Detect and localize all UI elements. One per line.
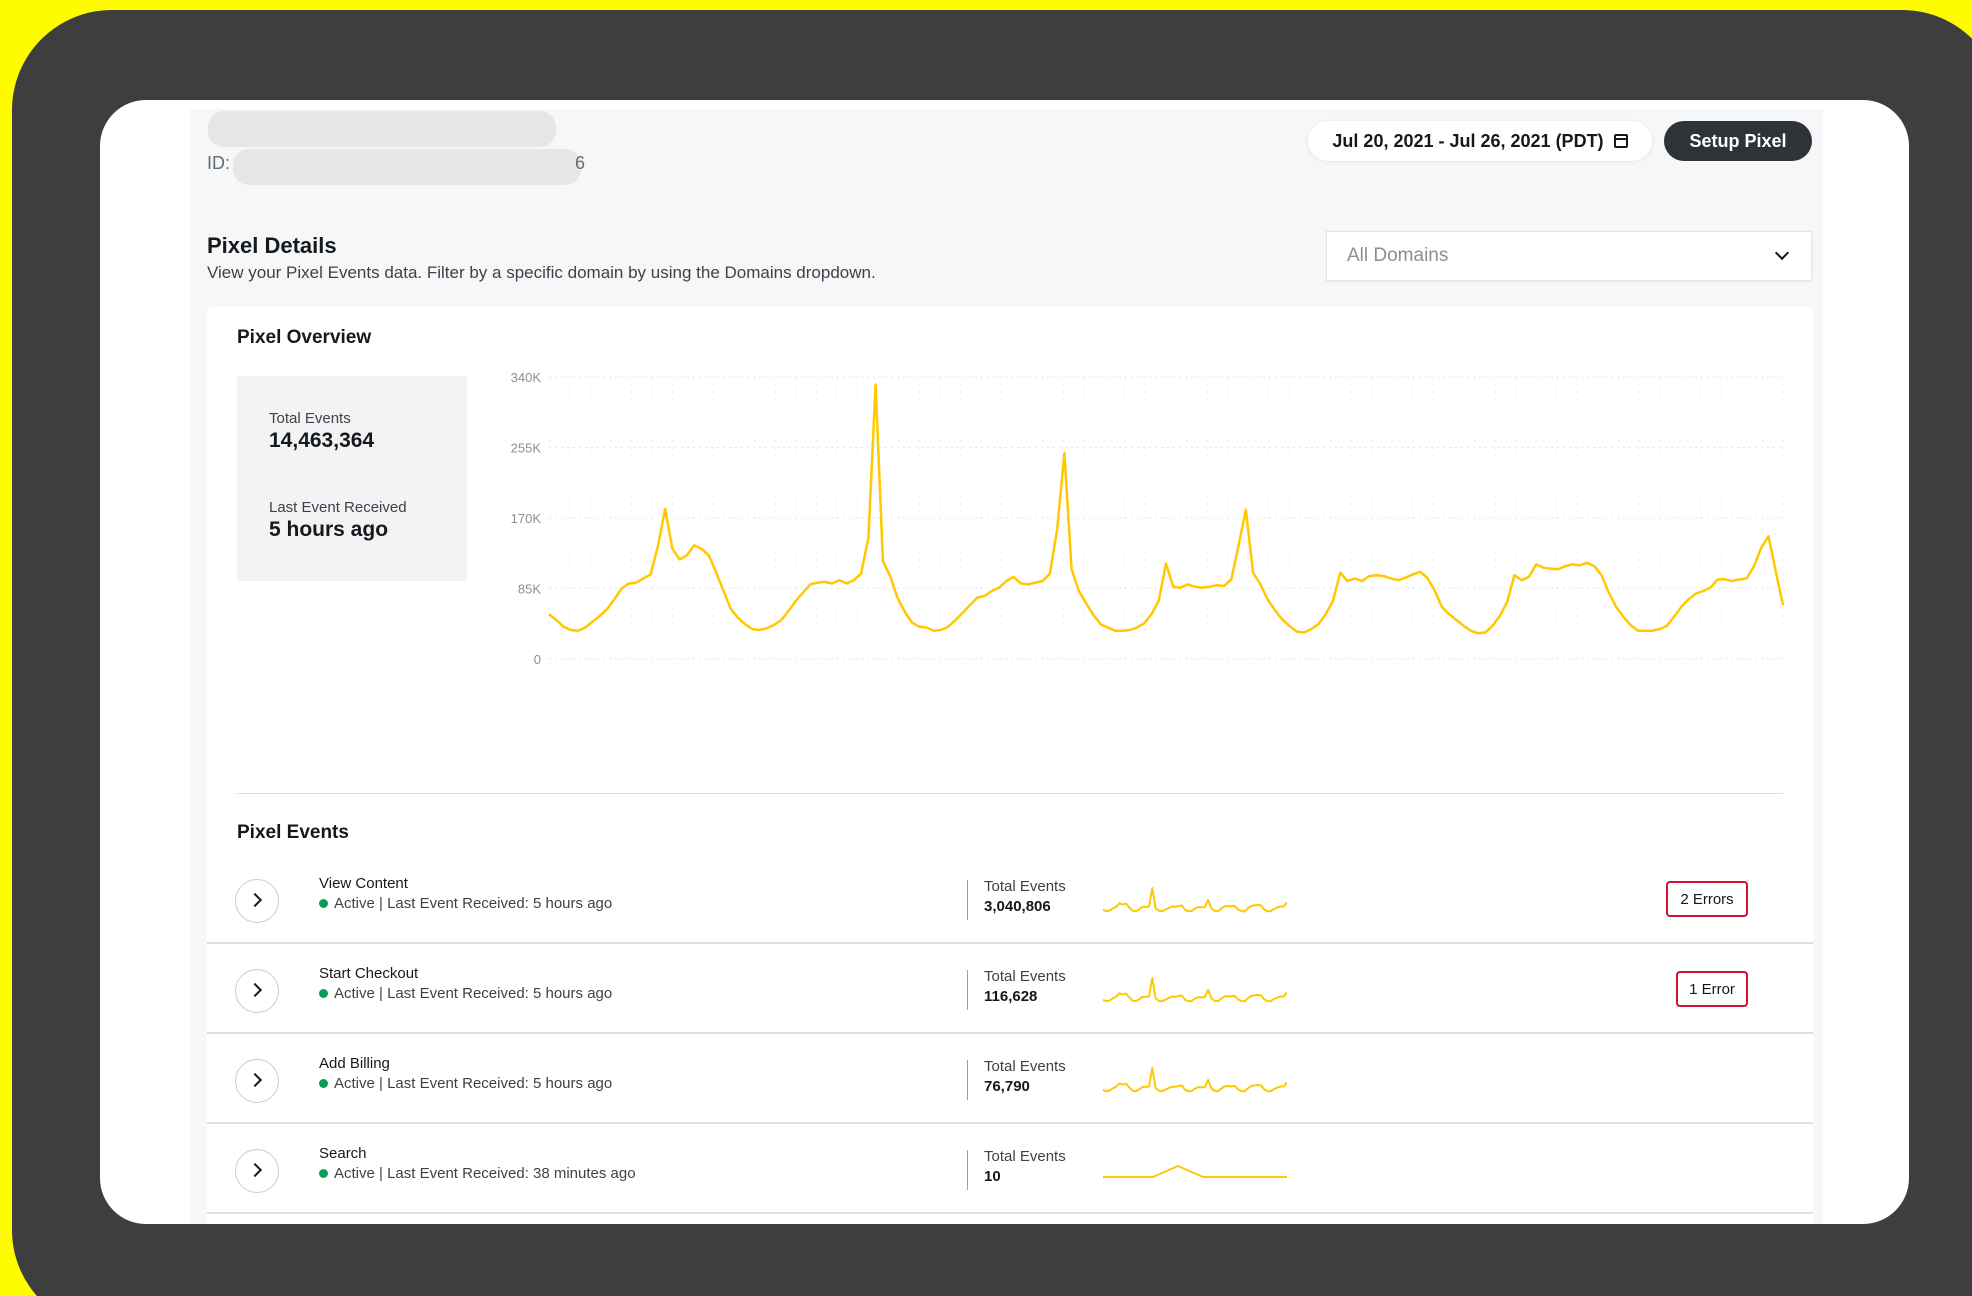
overview-stats: Total Events 14,463,364 Last Event Recei… <box>237 376 467 581</box>
chevron-right-icon <box>247 892 263 908</box>
event-status: Active | Last Event Received: 38 minutes… <box>319 1165 636 1182</box>
expand-row-button[interactable] <box>235 1149 279 1193</box>
redacted-pixel-id <box>233 149 581 185</box>
event-sparkline <box>1103 887 1287 913</box>
chevron-right-icon <box>247 1072 263 1088</box>
event-status: Active | Last Event Received: 5 hours ag… <box>319 985 612 1002</box>
event-name: Start Checkout <box>319 965 419 982</box>
setup-pixel-button[interactable]: Setup Pixel <box>1664 121 1812 161</box>
event-name: Add Billing <box>319 1055 390 1072</box>
sparkline-line <box>1103 887 1287 913</box>
chevron-down-icon <box>1774 245 1790 261</box>
overview-title: Pixel Overview <box>237 327 372 348</box>
last-event-label: Last Event Received <box>269 499 407 516</box>
expand-row-button[interactable] <box>235 879 279 923</box>
active-dot-icon <box>319 1169 328 1178</box>
event-status-text: Active | Last Event Received: 38 minutes… <box>334 1165 636 1182</box>
event-total-label: Total Events <box>984 1058 1066 1075</box>
screen: ID: 6 Jul 20, 2021 - Jul 26, 2021 (PDT) … <box>100 100 1909 1224</box>
y-tick-label: 170K <box>511 511 542 526</box>
event-status: Active | Last Event Received: 5 hours ag… <box>319 1075 612 1092</box>
event-row: Search Active | Last Event Received: 38 … <box>207 1124 1813 1214</box>
column-separator <box>967 970 968 1010</box>
event-total-label: Total Events <box>984 968 1066 985</box>
y-tick-label: 255K <box>511 441 542 456</box>
sparkline-line <box>1103 977 1287 1003</box>
pixel-overview-card: Pixel Overview Total Events 14,463,364 L… <box>207 307 1813 1224</box>
event-total-value: 76,790 <box>984 1078 1030 1095</box>
pixel-id-label: ID: <box>207 153 231 173</box>
domains-dropdown-value: All Domains <box>1347 245 1449 266</box>
y-tick-label: 340K <box>511 370 542 385</box>
event-status-text: Active | Last Event Received: 5 hours ag… <box>334 1075 613 1092</box>
pixel-id-suffix: 6 <box>575 153 586 173</box>
event-name: Search <box>319 1145 367 1162</box>
y-tick-label: 85K <box>518 582 541 597</box>
chevron-right-icon <box>247 1162 263 1178</box>
error-badge[interactable]: 2 Errors <box>1666 881 1748 917</box>
event-sparkline <box>1103 1165 1287 1178</box>
calendar-icon <box>1613 134 1628 148</box>
active-dot-icon <box>319 1079 328 1088</box>
column-separator <box>967 1150 968 1190</box>
event-total-value: 10 <box>984 1168 1001 1185</box>
column-separator <box>967 880 968 920</box>
event-status-text: Active | Last Event Received: 5 hours ag… <box>334 985 613 1002</box>
y-tick-label: 0 <box>534 652 541 667</box>
pixel-page: ID: 6 Jul 20, 2021 - Jul 26, 2021 (PDT) … <box>190 109 1823 1224</box>
device-frame: ID: 6 Jul 20, 2021 - Jul 26, 2021 (PDT) … <box>12 10 1972 1296</box>
event-sparkline <box>1103 1067 1287 1093</box>
overview-line-chart: 0 85K 170K 255K 340K <box>511 370 1785 667</box>
event-row: View Content Active | Last Event Receive… <box>207 854 1813 944</box>
chevron-right-icon <box>247 982 263 998</box>
domains-dropdown[interactable]: All Domains <box>1326 231 1812 281</box>
section-divider <box>237 793 1783 794</box>
event-total-label: Total Events <box>984 1148 1066 1165</box>
event-row: Start Checkout Active | Last Event Recei… <box>207 944 1813 1034</box>
page-subtitle: View your Pixel Events data. Filter by a… <box>207 263 876 282</box>
total-events-label: Total Events <box>269 410 351 427</box>
expand-row-button[interactable] <box>235 969 279 1013</box>
event-total-value: 3,040,806 <box>984 898 1051 915</box>
column-separator <box>967 1060 968 1100</box>
page-title: Pixel Details <box>207 233 337 258</box>
event-name: View Content <box>319 875 408 892</box>
event-total-value: 116,628 <box>984 988 1038 1005</box>
active-dot-icon <box>319 899 328 908</box>
active-dot-icon <box>319 989 328 998</box>
sparkline-line <box>1103 1165 1287 1178</box>
expand-row-button[interactable] <box>235 1059 279 1103</box>
date-range-button[interactable]: Jul 20, 2021 - Jul 26, 2021 (PDT) <box>1308 121 1652 161</box>
event-row: Add Billing Active | Last Event Received… <box>207 1034 1813 1124</box>
error-badge[interactable]: 1 Error <box>1676 971 1748 1007</box>
event-status-text: Active | Last Event Received: 5 hours ag… <box>334 895 613 912</box>
redacted-pixel-name <box>208 111 556 147</box>
event-status: Active | Last Event Received: 5 hours ag… <box>319 895 612 912</box>
sparkline-line <box>1103 1067 1287 1093</box>
date-range-label: Jul 20, 2021 - Jul 26, 2021 (PDT) <box>1332 130 1604 151</box>
event-total-label: Total Events <box>984 878 1066 895</box>
total-events-value: 14,463,364 <box>269 429 375 452</box>
event-sparkline <box>1103 977 1287 1003</box>
last-event-value: 5 hours ago <box>269 518 389 541</box>
events-title: Pixel Events <box>237 822 349 843</box>
